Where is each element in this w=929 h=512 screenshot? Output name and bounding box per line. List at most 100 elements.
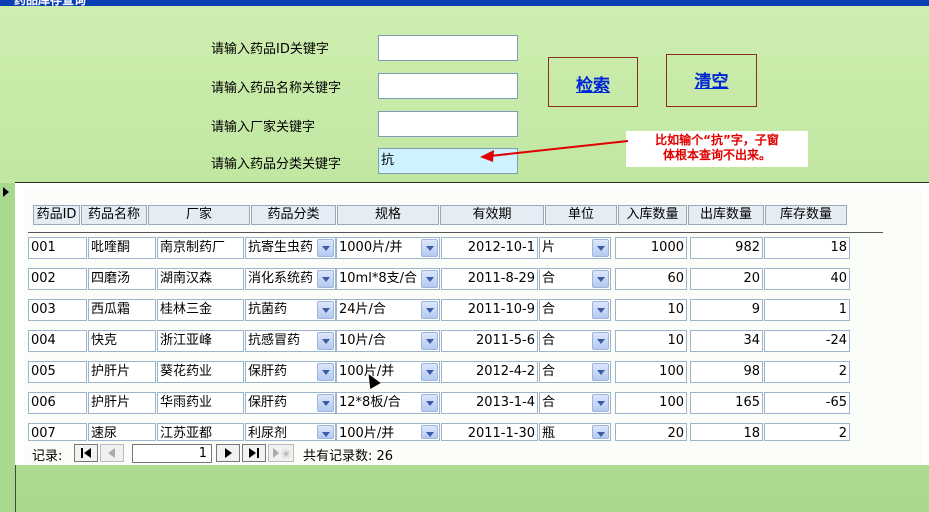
cell-drug-id[interactable]: 002 — [28, 268, 87, 290]
cell-manufacturer[interactable]: 江苏亚都 — [157, 423, 244, 441]
dropdown-arrow-icon[interactable] — [317, 363, 334, 381]
cell-in-qty[interactable]: 100 — [615, 392, 687, 414]
cell-expiry[interactable]: 2011-10-9 — [441, 299, 538, 321]
header-spec: 规格 — [337, 205, 439, 225]
svg-text:✳: ✳ — [281, 447, 291, 461]
clear-button[interactable]: 清空 — [666, 54, 757, 107]
cell-drug-id[interactable]: 007 — [28, 423, 87, 441]
dropdown-arrow-icon[interactable] — [317, 425, 334, 439]
header-category: 药品分类 — [251, 205, 336, 225]
cell-out-qty[interactable]: 20 — [690, 268, 763, 290]
header-divider — [28, 232, 883, 233]
cell-expiry[interactable]: 2012-4-2 — [441, 361, 538, 383]
cell-in-qty[interactable]: 1000 — [615, 237, 687, 259]
header-drug-id: 药品ID — [33, 205, 80, 225]
cell-stock-qty[interactable]: 2 — [764, 423, 850, 441]
id-keyword-input[interactable] — [378, 35, 518, 61]
dropdown-arrow-icon[interactable] — [421, 394, 438, 412]
cell-drug-name[interactable]: 快克 — [88, 330, 156, 352]
header-stock-qty: 库存数量 — [765, 205, 847, 225]
previous-record-icon — [108, 448, 115, 458]
cell-expiry[interactable]: 2012-10-1 — [441, 237, 538, 259]
dropdown-arrow-icon[interactable] — [421, 301, 438, 319]
last-record-button[interactable] — [242, 444, 266, 462]
cell-drug-name[interactable]: 吡喹酮 — [88, 237, 156, 259]
cell-expiry[interactable]: 2011-1-30 — [441, 423, 538, 441]
current-record-input[interactable]: 1 — [132, 444, 212, 463]
cell-in-qty[interactable]: 60 — [615, 268, 687, 290]
cell-drug-id[interactable]: 001 — [28, 237, 87, 259]
cell-out-qty[interactable]: 18 — [690, 423, 763, 441]
name-keyword-input[interactable] — [378, 73, 518, 99]
dropdown-arrow-icon[interactable] — [592, 394, 609, 412]
dropdown-arrow-icon[interactable] — [592, 363, 609, 381]
header-out-qty: 出库数量 — [688, 205, 764, 225]
record-selector[interactable] — [0, 183, 16, 512]
dropdown-arrow-icon[interactable] — [421, 363, 438, 381]
dropdown-arrow-icon[interactable] — [317, 239, 334, 257]
cell-expiry[interactable]: 2011-5-6 — [441, 330, 538, 352]
new-record-button[interactable]: ✳ — [268, 444, 294, 462]
dropdown-arrow-icon[interactable] — [421, 425, 438, 439]
new-record-icon: ✳ — [273, 447, 291, 461]
annotation-line-2: 体根本查询不出来。 — [662, 148, 771, 162]
cell-in-qty[interactable]: 10 — [615, 299, 687, 321]
cell-drug-id[interactable]: 006 — [28, 392, 87, 414]
search-button[interactable]: 检索 — [548, 57, 638, 107]
cell-out-qty[interactable]: 982 — [690, 237, 763, 259]
cell-drug-id[interactable]: 004 — [28, 330, 87, 352]
header-manufacturer: 厂家 — [148, 205, 250, 225]
category-keyword-input[interactable]: 抗 — [378, 148, 518, 174]
cell-stock-qty[interactable]: 2 — [764, 361, 850, 383]
cell-in-qty[interactable]: 100 — [615, 361, 687, 383]
cell-stock-qty[interactable]: 18 — [764, 237, 850, 259]
cell-drug-name[interactable]: 速尿 — [88, 423, 156, 441]
dropdown-arrow-icon[interactable] — [592, 239, 609, 257]
window-title: 药品库存查询 — [14, 0, 87, 7]
cell-manufacturer[interactable]: 葵花药业 — [157, 361, 244, 383]
cell-expiry[interactable]: 2011-8-29 — [441, 268, 538, 290]
dropdown-arrow-icon[interactable] — [592, 270, 609, 288]
cell-manufacturer[interactable]: 华雨药业 — [157, 392, 244, 414]
cell-expiry[interactable]: 2013-1-4 — [441, 392, 538, 414]
dropdown-arrow-icon[interactable] — [421, 270, 438, 288]
dropdown-arrow-icon[interactable] — [317, 394, 334, 412]
cell-stock-qty[interactable]: 1 — [764, 299, 850, 321]
cell-drug-name[interactable]: 护肝片 — [88, 392, 156, 414]
cell-drug-id[interactable]: 003 — [28, 299, 87, 321]
dropdown-arrow-icon[interactable] — [592, 425, 609, 439]
header-expiry: 有效期 — [440, 205, 544, 225]
cell-out-qty[interactable]: 34 — [690, 330, 763, 352]
dropdown-arrow-icon[interactable] — [421, 332, 438, 350]
next-record-button[interactable] — [216, 444, 240, 462]
category-keyword-label: 请输入药品分类关键字 — [211, 157, 342, 172]
cell-in-qty[interactable]: 20 — [615, 423, 687, 441]
maker-keyword-input[interactable] — [378, 111, 518, 137]
cell-manufacturer[interactable]: 南京制药厂 — [157, 237, 244, 259]
next-record-icon — [225, 448, 232, 458]
cell-stock-qty[interactable]: 40 — [764, 268, 850, 290]
header-drug-name: 药品名称 — [81, 205, 147, 225]
cell-manufacturer[interactable]: 桂林三金 — [157, 299, 244, 321]
cell-out-qty[interactable]: 98 — [690, 361, 763, 383]
dropdown-arrow-icon[interactable] — [317, 332, 334, 350]
cell-out-qty[interactable]: 165 — [690, 392, 763, 414]
cell-stock-qty[interactable]: -24 — [764, 330, 850, 352]
dropdown-arrow-icon[interactable] — [421, 239, 438, 257]
previous-record-button[interactable] — [100, 444, 124, 462]
dropdown-arrow-icon[interactable] — [592, 301, 609, 319]
first-record-button[interactable] — [74, 444, 98, 462]
annotation-line-1: 比如输个“抗”字，子窗 — [655, 133, 779, 147]
dropdown-arrow-icon[interactable] — [317, 270, 334, 288]
cell-in-qty[interactable]: 10 — [615, 330, 687, 352]
dropdown-arrow-icon[interactable] — [592, 332, 609, 350]
cell-drug-name[interactable]: 西瓜霜 — [88, 299, 156, 321]
cell-stock-qty[interactable]: -65 — [764, 392, 850, 414]
dropdown-arrow-icon[interactable] — [317, 301, 334, 319]
cell-manufacturer[interactable]: 浙江亚峰 — [157, 330, 244, 352]
cell-out-qty[interactable]: 9 — [690, 299, 763, 321]
cell-drug-name[interactable]: 四磨汤 — [88, 268, 156, 290]
cell-manufacturer[interactable]: 湖南汉森 — [157, 268, 244, 290]
cell-drug-name[interactable]: 护肝片 — [88, 361, 156, 383]
cell-drug-id[interactable]: 005 — [28, 361, 87, 383]
